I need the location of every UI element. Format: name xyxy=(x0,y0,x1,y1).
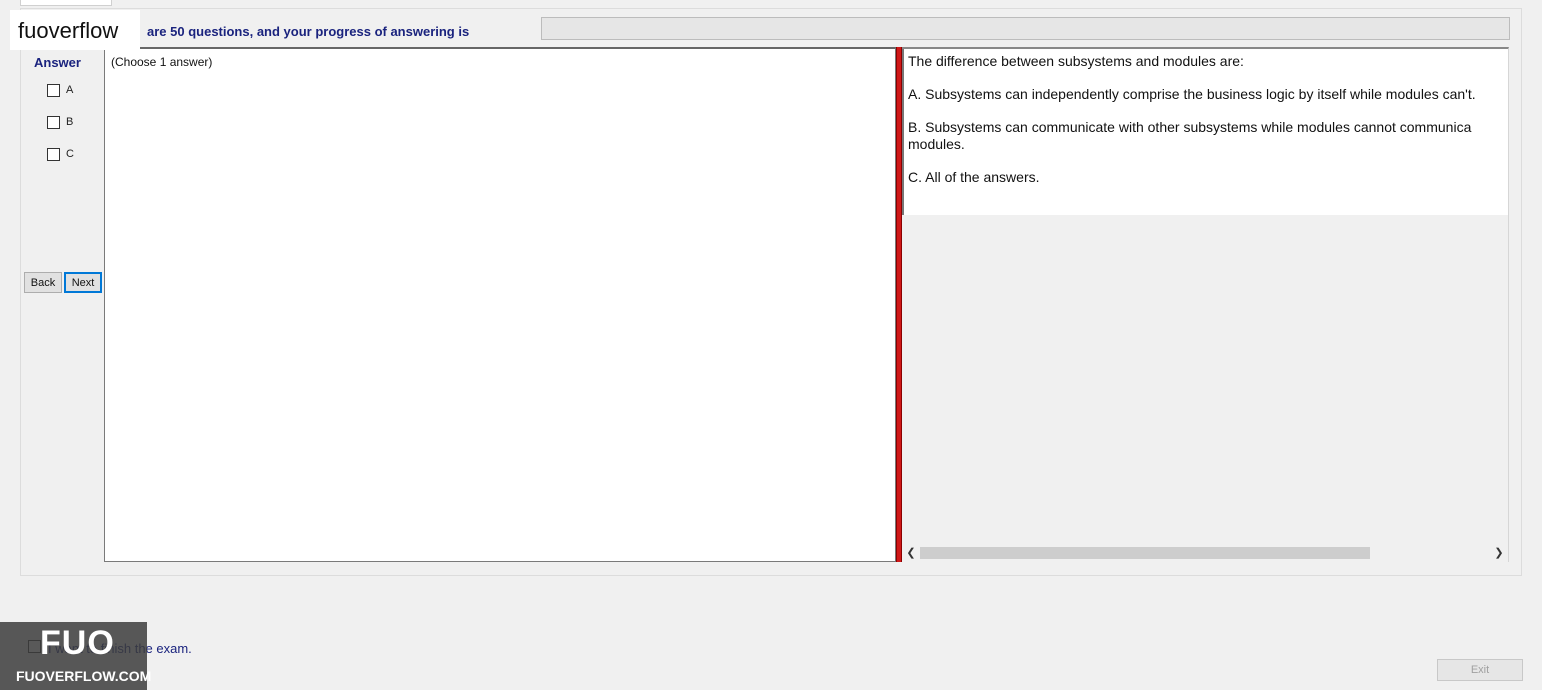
choose-instruction: (Choose 1 answer) xyxy=(111,55,213,69)
answer-text-a-line1: A. Subsystems can independently comprise… xyxy=(908,86,1476,102)
answer-option-c-label: C xyxy=(66,148,74,160)
answer-text-c: C. All of the answers. xyxy=(908,169,1040,186)
chevron-right-icon[interactable]: ❯ xyxy=(1492,544,1506,561)
exam-window: fuoverflow are 50 questions, and your pr… xyxy=(0,0,1542,690)
answer-option-b-label: B xyxy=(66,116,74,128)
answer-text-c-line1: C. All of the answers. xyxy=(908,169,1040,185)
question-pane: The difference between subsystems and mo… xyxy=(902,47,1509,562)
answer-option-a[interactable]: A xyxy=(47,82,97,98)
progress-text: are 50 questions, and your progress of a… xyxy=(147,24,470,39)
answer-text-b-line2: modules. xyxy=(908,136,965,152)
top-tab[interactable] xyxy=(20,0,112,6)
checkbox-a[interactable] xyxy=(47,83,60,97)
answer-option-a-label: A xyxy=(66,84,74,96)
question-box: The difference between subsystems and mo… xyxy=(902,49,1508,215)
exit-button[interactable]: Exit xyxy=(1437,659,1523,681)
watermark-logo-text: FUO xyxy=(40,624,115,662)
chevron-left-icon[interactable]: ❮ xyxy=(904,544,918,561)
question-text: The difference between subsystems and mo… xyxy=(908,53,1244,69)
answer-title: Answer xyxy=(34,55,81,70)
watermark-tag: fuoverflow xyxy=(10,10,140,50)
answer-option-b[interactable]: B xyxy=(47,114,97,130)
answer-text-b: B. Subsystems can communicate with other… xyxy=(908,119,1471,153)
watermark-logo: FUO FUOVERFLOW.COM xyxy=(0,622,151,690)
checkbox-b[interactable] xyxy=(47,115,60,129)
horizontal-scrollbar[interactable]: ❮ ❯ xyxy=(902,544,1508,561)
next-button[interactable]: Next xyxy=(64,272,102,293)
back-button[interactable]: Back xyxy=(24,272,62,293)
watermark-logo-url: FUOVERFLOW.COM xyxy=(16,668,152,684)
answer-option-c[interactable]: C xyxy=(47,146,97,162)
answer-text-a: A. Subsystems can independently comprise… xyxy=(908,86,1476,103)
checkbox-c[interactable] xyxy=(47,147,60,161)
answer-text-b-line1: B. Subsystems can communicate with other… xyxy=(908,119,1472,135)
answer-instruction-pane: (Choose 1 answer) xyxy=(104,47,896,562)
progress-bar xyxy=(541,17,1510,40)
scrollbar-thumb[interactable] xyxy=(920,547,1370,559)
